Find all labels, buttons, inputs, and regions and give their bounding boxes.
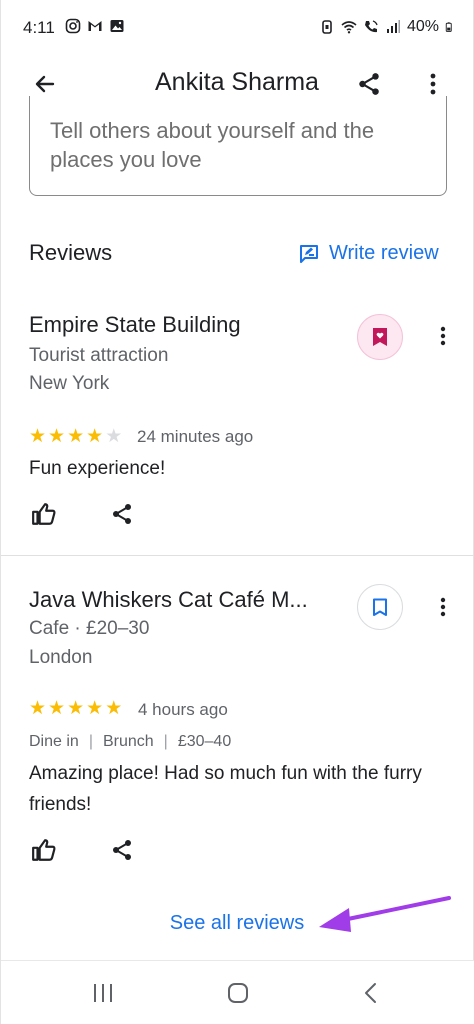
share-icon — [359, 73, 379, 95]
more-vert-icon — [440, 326, 446, 346]
star-empty-icon: ★ — [105, 426, 123, 447]
annotation-arrow-icon — [319, 896, 451, 932]
saved-place-button[interactable] — [357, 314, 403, 360]
battery-icon — [445, 22, 452, 32]
star-filled-icon: ★ — [105, 698, 123, 719]
share-icon — [113, 840, 131, 860]
star-filled-icon: ★ — [67, 698, 85, 719]
save-place-button[interactable] — [357, 584, 403, 630]
back-arrow-icon — [35, 75, 55, 93]
recents-icon — [94, 984, 112, 1002]
home-button[interactable] — [218, 977, 258, 1009]
see-all-reviews-label: See all reviews — [169, 912, 305, 934]
review-tag: £30–40 — [177, 733, 232, 750]
battery-percentage: 40% — [406, 18, 439, 35]
more-vert-icon — [430, 73, 436, 95]
reviews-heading: Reviews — [29, 240, 113, 265]
star-filled-icon: ★ — [86, 698, 104, 719]
instagram-icon — [65, 18, 81, 34]
back-chevron-icon — [365, 983, 376, 1003]
recent-apps-button[interactable] — [83, 977, 123, 1009]
review-text: Amazing place! Had so much fun with the … — [29, 763, 422, 815]
star-filled-icon: ★ — [29, 698, 47, 719]
write-review-label: Write review — [329, 242, 439, 264]
thumb-up-icon — [32, 503, 56, 525]
review-place-location: New York — [29, 373, 110, 394]
review-card: Empire State Building Tourist attraction… — [1, 290, 474, 556]
review-tag: Brunch — [102, 733, 154, 750]
system-icons: 40% — [319, 18, 455, 36]
signal-icon — [386, 20, 400, 33]
review-card: Java Whiskers Cat Café M... Cafe · £20–3… — [1, 557, 474, 887]
wifi-icon — [341, 21, 357, 34]
tag-separator: | — [163, 733, 168, 750]
review-time: 24 minutes ago — [137, 427, 254, 446]
more-vert-icon — [440, 597, 446, 617]
gmail-icon — [88, 21, 102, 31]
status-time: 4:11 — [23, 18, 55, 37]
review-place-name[interactable]: Java Whiskers Cat Café M... — [29, 587, 308, 613]
review-tags: Dine in | Brunch | £30–40 — [29, 733, 231, 751]
share-review-button[interactable] — [104, 832, 140, 868]
thumb-up-icon — [32, 839, 56, 861]
notification-icons — [65, 18, 125, 34]
alarm-icon — [322, 20, 332, 34]
phone-screen: 4:11 40% Ankita Sharma Tell others about… — [0, 0, 474, 1024]
star-filled-icon: ★ — [48, 698, 66, 719]
wifi-calling-icon — [364, 20, 378, 33]
share-review-button[interactable] — [104, 496, 140, 532]
like-button[interactable] — [26, 496, 62, 532]
review-more-button[interactable] — [429, 318, 457, 354]
rate-review-icon — [300, 244, 318, 263]
status-bar: 4:11 40% — [1, 0, 474, 56]
gallery-icon — [110, 20, 124, 32]
system-back-button[interactable] — [351, 977, 391, 1009]
review-place-category: Cafe · £20–30 — [29, 618, 150, 639]
review-place-location: London — [29, 647, 93, 668]
review-place-category: Tourist attraction — [29, 345, 169, 366]
review-more-button[interactable] — [429, 589, 457, 625]
page-title: Ankita Sharma — [155, 68, 319, 96]
bio-input[interactable]: Tell others about yourself and the place… — [29, 96, 447, 196]
star-filled-icon: ★ — [48, 426, 66, 447]
share-icon — [113, 504, 131, 524]
review-place-name[interactable]: Empire State Building — [29, 312, 241, 338]
star-filled-icon: ★ — [67, 426, 85, 447]
tag-separator: | — [88, 733, 93, 750]
review-text: Fun experience! — [29, 458, 166, 479]
bio-placeholder: Tell others about yourself and the place… — [50, 118, 375, 172]
review-time: 4 hours ago — [138, 700, 228, 719]
system-navigation-bar — [1, 960, 474, 1024]
like-button[interactable] — [26, 832, 62, 868]
star-rating: ★ ★ ★ ★ ★ — [29, 427, 122, 447]
review-tag: Dine in — [29, 733, 79, 750]
home-icon — [228, 983, 248, 1003]
star-rating: ★ ★ ★ ★ ★ — [29, 699, 122, 719]
bookmark-icon — [373, 598, 387, 616]
bookmark-heart-icon — [373, 328, 387, 346]
star-filled-icon: ★ — [86, 426, 104, 447]
star-filled-icon: ★ — [29, 426, 47, 447]
write-review-button[interactable]: Write review — [299, 242, 439, 265]
